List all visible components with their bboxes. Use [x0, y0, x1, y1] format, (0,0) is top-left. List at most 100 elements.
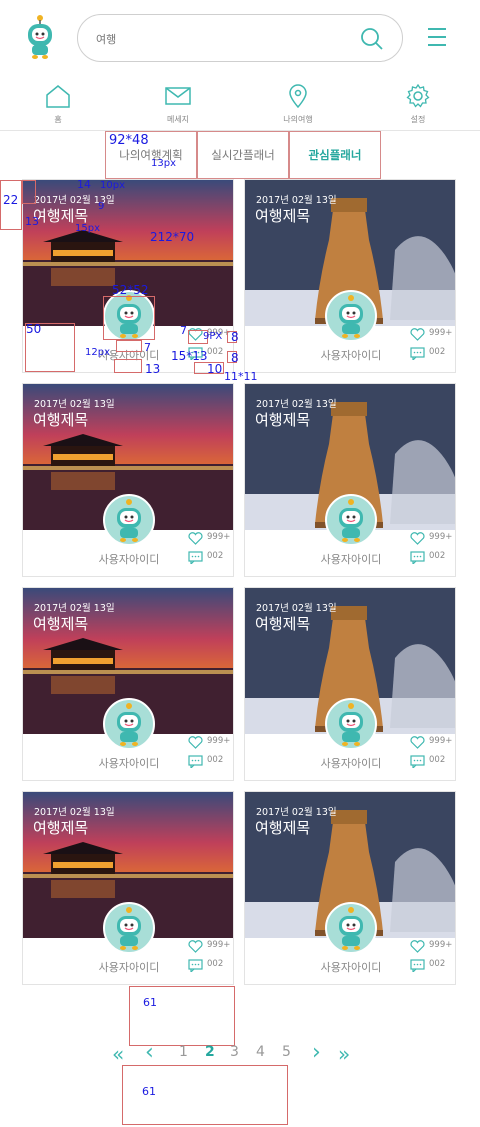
annotation-label: 14 [77, 178, 91, 191]
like-count-value: 999+ [207, 736, 231, 746]
comment-count-value: 002 [207, 551, 224, 561]
like-count-value: 999+ [429, 736, 453, 746]
annotation-label: 13 [145, 362, 161, 376]
annotation-label: 52*52 [112, 283, 149, 297]
like-count[interactable]: 999+ [410, 940, 452, 956]
annotation-label: 50 [26, 322, 42, 336]
annotation-label: 22 [3, 193, 19, 207]
comment-count[interactable]: 002 [410, 551, 445, 567]
comment-count[interactable]: 002 [410, 755, 445, 771]
nav-home-label: 홈 [54, 115, 62, 124]
pagination-page-1[interactable]: 1 [179, 1044, 188, 1060]
hamburger-menu-icon[interactable] [428, 28, 448, 50]
search-input[interactable] [96, 27, 336, 51]
heart-icon [410, 940, 425, 953]
annotation-box [116, 340, 142, 352]
user-avatar[interactable] [325, 902, 377, 954]
comment-count[interactable]: 002 [188, 755, 223, 771]
trip-card[interactable]: 2017년 02월 13일 여행제목 사용자아이디 999+ 002 [244, 383, 456, 577]
gear-icon [406, 83, 430, 108]
card-title: 여행제목 [255, 615, 311, 633]
tab-realtime-planner-label: 실시간플래너 [211, 148, 275, 162]
user-avatar[interactable] [325, 698, 377, 750]
search-bar[interactable] [77, 14, 403, 62]
comment-count-value: 002 [429, 755, 446, 765]
nav-settings[interactable]: 설정 [378, 83, 458, 125]
comment-count[interactable]: 002 [410, 347, 445, 363]
card-date: 2017년 02월 13일 [34, 603, 115, 614]
comment-count[interactable]: 002 [188, 959, 223, 975]
annotation-label: 9 [98, 201, 105, 212]
annotation-label: 9PX [203, 331, 223, 342]
card-date: 2017년 02월 13일 [256, 195, 337, 206]
comment-count-value: 002 [207, 347, 224, 357]
like-count[interactable]: 999+ [188, 940, 230, 956]
annotation-label: 10 [207, 362, 223, 376]
trip-card[interactable]: 2017년 02월 13일 여행제목 사용자아이디 999+ 002 [244, 179, 456, 373]
app-logo[interactable] [24, 14, 56, 62]
like-count[interactable]: 999+ [410, 736, 452, 752]
annotation-label: 12px [85, 347, 110, 358]
search-icon[interactable] [360, 27, 384, 51]
trip-card[interactable]: 2017년 02월 13일 여행제목 사용자아이디 999+ 002 [244, 791, 456, 985]
like-count[interactable]: 999+ [188, 532, 230, 548]
annotation-label: 13 [25, 215, 39, 228]
card-date: 2017년 02월 13일 [34, 807, 115, 818]
pagination-page-3[interactable]: 3 [230, 1044, 239, 1060]
nav-message[interactable]: 메세지 [138, 84, 218, 125]
pagination-first-button[interactable]: « [112, 1042, 124, 1066]
card-title: 여행제목 [33, 615, 89, 633]
annotation-label: 7 [144, 341, 151, 354]
user-avatar[interactable] [103, 698, 155, 750]
annotation-label: 8 [231, 330, 239, 344]
trip-card[interactable]: 2017년 02월 13일 여행제목 사용자아이디 999+ 002 [22, 587, 234, 781]
comment-count-value: 002 [429, 551, 446, 561]
like-count-value: 999+ [429, 940, 453, 950]
mail-icon [165, 87, 191, 105]
annotation-box [103, 296, 155, 340]
pagination-page-2[interactable]: 2 [205, 1044, 215, 1060]
pagination-prev-button[interactable]: ‹ [145, 1040, 154, 1065]
nav-mytrip[interactable]: 나의여행 [258, 84, 338, 125]
like-count[interactable]: 999+ [188, 736, 230, 752]
user-avatar[interactable] [103, 494, 155, 546]
heart-icon [410, 532, 425, 545]
card-title: 여행제목 [33, 819, 89, 837]
user-avatar[interactable] [325, 290, 377, 342]
like-count[interactable]: 999+ [410, 532, 452, 548]
pagination-page-4[interactable]: 4 [256, 1044, 265, 1060]
pagination-next-button[interactable]: › [312, 1040, 321, 1065]
comment-icon [410, 959, 425, 974]
like-count[interactable]: 999+ [410, 328, 452, 344]
like-count-value: 999+ [207, 532, 231, 542]
annotation-label: 13px [151, 158, 176, 169]
card-title: 여행제목 [255, 411, 311, 429]
comment-icon [188, 755, 203, 770]
user-avatar[interactable] [325, 494, 377, 546]
card-title: 여행제목 [255, 207, 311, 225]
home-icon [46, 85, 70, 108]
annotation-label: 92*48 [109, 133, 149, 148]
nav-home[interactable]: 홈 [18, 84, 98, 125]
pagination-last-button[interactable]: » [338, 1042, 350, 1066]
comment-count[interactable]: 002 [410, 959, 445, 975]
pagination-page-5[interactable]: 5 [282, 1044, 291, 1060]
card-date: 2017년 02월 13일 [34, 399, 115, 410]
location-pin-icon [289, 84, 307, 109]
comment-count[interactable]: 002 [188, 551, 223, 567]
card-date: 2017년 02월 13일 [256, 399, 337, 410]
trip-card[interactable]: 2017년 02월 13일 여행제목 사용자아이디 999+ 002 [22, 791, 234, 985]
trip-card[interactable]: 2017년 02월 13일 여행제목 사용자아이디 999+ 002 [22, 383, 234, 577]
comment-icon [410, 347, 425, 362]
heart-icon [188, 940, 203, 953]
mascot-logo-icon [28, 15, 52, 59]
user-avatar[interactable] [103, 902, 155, 954]
card-title: 여행제목 [255, 819, 311, 837]
comment-count-value: 002 [207, 959, 224, 969]
heart-icon [188, 736, 203, 749]
mascot-avatar-icon [117, 907, 141, 950]
trip-card[interactable]: 2017년 02월 13일 여행제목 사용자아이디 999+ 002 [244, 587, 456, 781]
tab-interest-planner[interactable]: 관심플래너 [289, 131, 381, 179]
mascot-avatar-icon [117, 703, 141, 746]
tab-realtime-planner[interactable]: 실시간플래너 [197, 131, 289, 179]
